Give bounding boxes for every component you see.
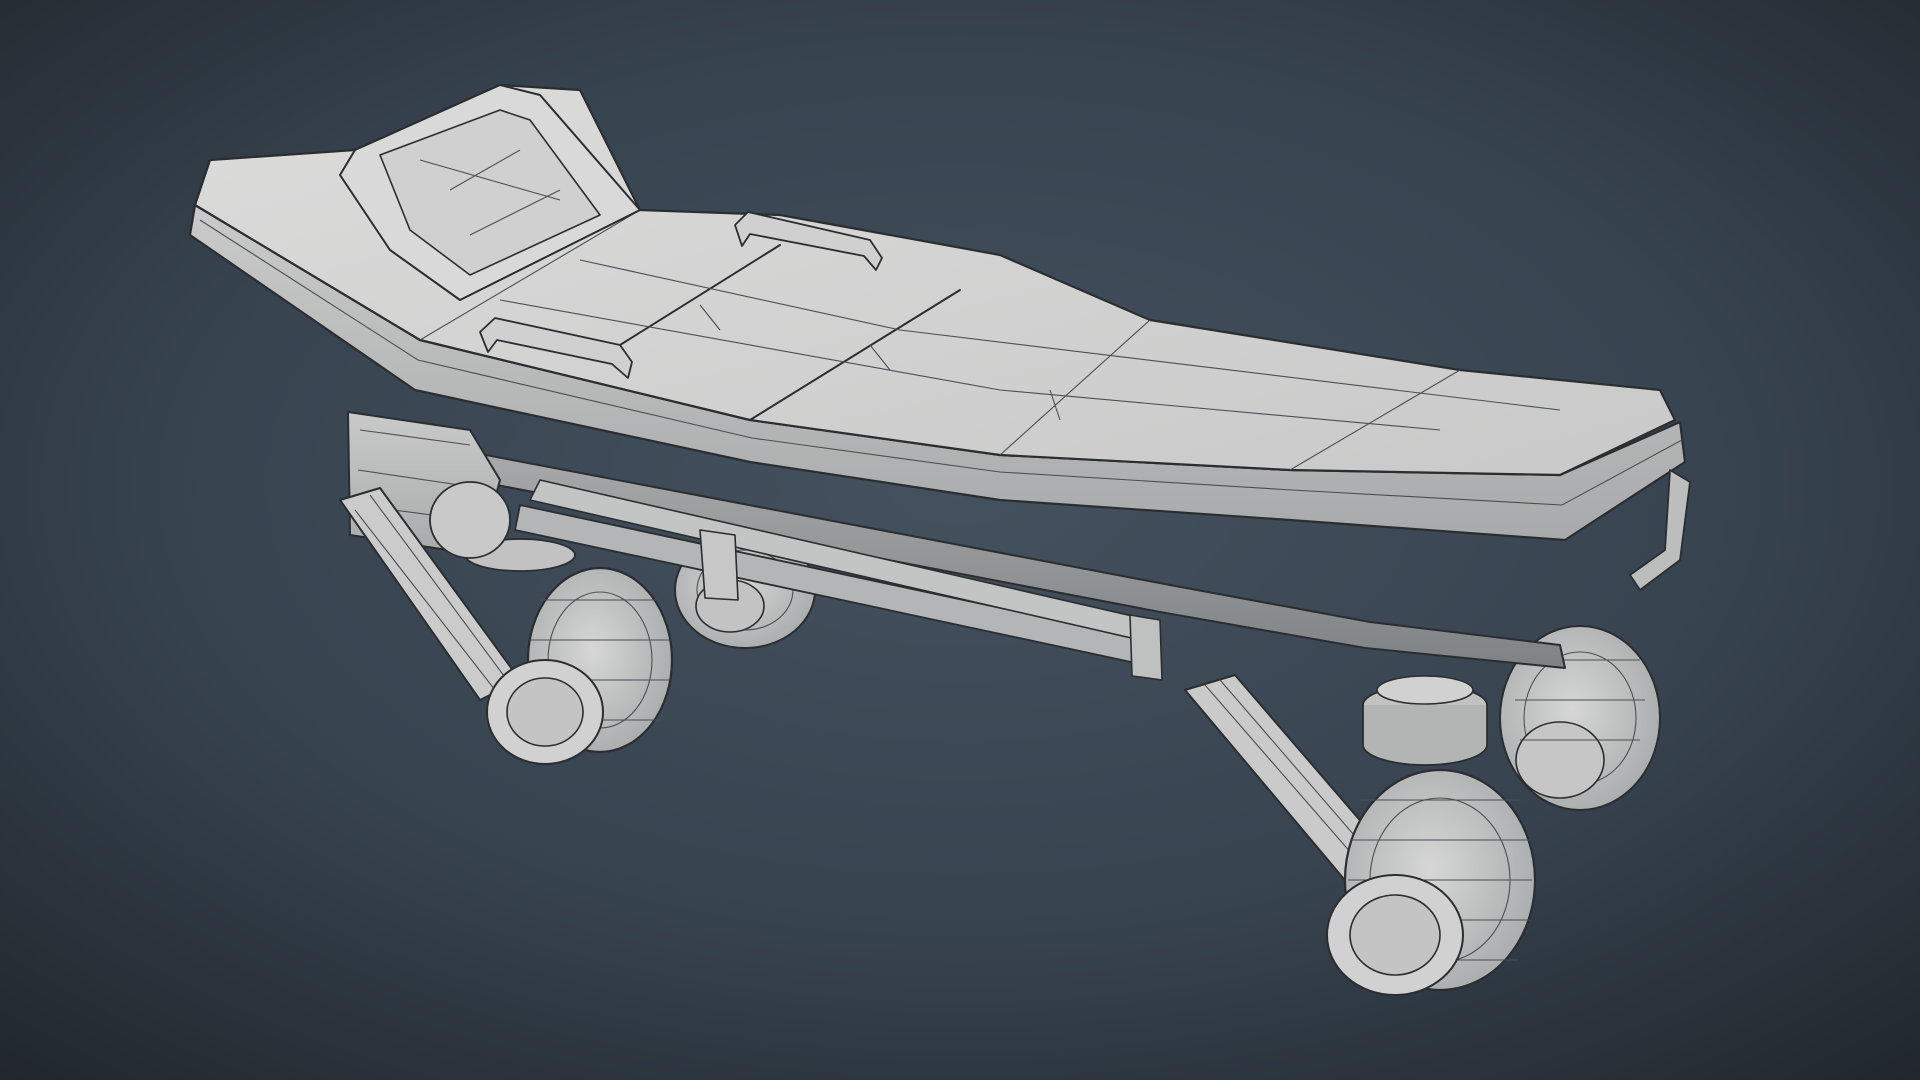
caster-swivel-right	[1362, 675, 1488, 766]
caster-wheel-front-left	[486, 566, 674, 765]
viewport	[0, 0, 1920, 1080]
stretcher-model	[188, 83, 1691, 996]
caster-wheel-front-right	[1326, 768, 1537, 996]
